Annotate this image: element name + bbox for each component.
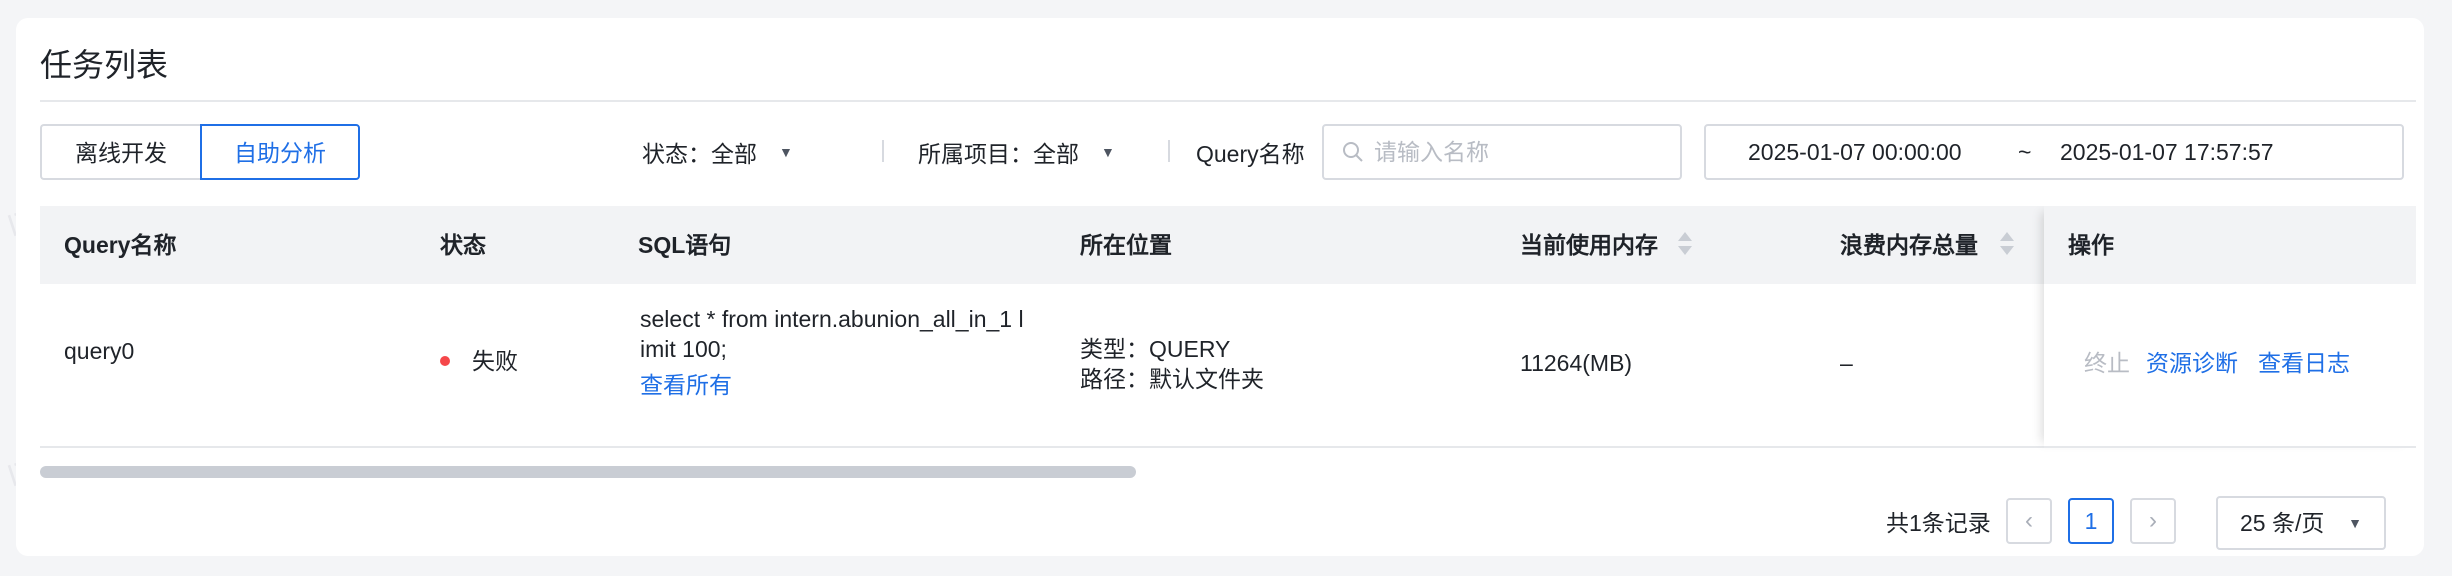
column-header-memory-wasted[interactable]: 浪费内存总量: [1840, 206, 1978, 284]
task-table: Query名称 状态 SQL语句 所在位置 当前使用内存 浪费内存总量 quer…: [40, 206, 2416, 488]
location-type: 类型：QUERY: [1080, 336, 1231, 362]
cell-status: 失败: [440, 346, 518, 376]
chevron-down-icon: ▼: [2348, 515, 2362, 531]
segment-self-analysis[interactable]: 自助分析: [200, 124, 360, 180]
mode-segmented-control: 离线开发 自助分析: [40, 124, 360, 180]
date-end[interactable]: 2025-01-07 17:57:57: [2060, 139, 2274, 166]
filter-divider: [882, 140, 884, 162]
sort-icon[interactable]: [2000, 232, 2014, 258]
horizontal-scrollbar[interactable]: [40, 466, 1136, 478]
status-filter-select[interactable]: 状态：全部 ▼: [642, 130, 793, 174]
view-log-button[interactable]: 查看日志: [2258, 348, 2350, 378]
stop-button[interactable]: 终止: [2084, 348, 2130, 378]
column-header-actions: 操作: [2068, 232, 2114, 258]
column-header-status: 状态: [440, 232, 486, 258]
status-dot-icon: [440, 355, 450, 366]
page-title: 任务列表: [40, 47, 169, 83]
cell-memory-wasted: –: [1840, 350, 1853, 376]
page-size-value: 25 条/页: [2240, 510, 2325, 536]
project-filter-select[interactable]: 所属项目：全部 ▼: [918, 130, 1115, 174]
title-divider: [40, 100, 2416, 102]
query-name-search[interactable]: [1322, 124, 1682, 180]
column-header-location: 所在位置: [1080, 232, 1172, 258]
next-page-button[interactable]: ›: [2130, 498, 2176, 544]
prev-page-button[interactable]: ‹: [2006, 498, 2052, 544]
sql-text-line: imit 100;: [640, 336, 727, 362]
chevron-left-icon: ‹: [2025, 507, 2033, 534]
task-list-panel: 任务列表 离线开发 自助分析 状态：全部 ▼ 所属项目：全部 ▼ Query名称…: [16, 18, 2424, 556]
resource-diagnose-button[interactable]: 资源诊断: [2146, 348, 2238, 378]
sql-text-line: select * from intern.abunion_all_in_1 l: [640, 306, 1024, 332]
actions-header-bg: 操作: [2044, 206, 2416, 284]
view-all-sql-link[interactable]: 查看所有: [640, 370, 1060, 400]
date-range-picker[interactable]: 2025-01-07 00:00:00 ~ 2025-01-07 17:57:5…: [1704, 124, 2404, 180]
search-icon: [1343, 142, 1363, 162]
search-input[interactable]: [1374, 138, 1674, 166]
actions-cell: 终止 资源诊断 查看日志: [2044, 284, 2416, 448]
column-header-sql: SQL语句: [638, 232, 732, 258]
chevron-down-icon: ▼: [1101, 144, 1115, 160]
page-number-button[interactable]: 1: [2068, 498, 2114, 544]
status-filter-label: 状态：全部: [642, 141, 757, 167]
total-records: 共1条记录: [1886, 510, 1991, 536]
date-start[interactable]: 2025-01-07 00:00:00: [1748, 139, 1962, 166]
query-name-label: Query名称: [1196, 141, 1305, 167]
chevron-right-icon: ›: [2149, 507, 2157, 534]
actions-column-fixed: 操作 终止 资源诊断 查看日志: [2044, 206, 2416, 448]
project-filter-label: 所属项目：全部: [918, 141, 1079, 167]
status-text: 失败: [472, 348, 518, 374]
cell-memory-used: 11264(MB): [1520, 350, 1633, 376]
sort-icon[interactable]: [1678, 232, 1692, 258]
column-header-query-name: Query名称: [64, 232, 177, 258]
filter-divider: [1168, 140, 1170, 162]
cell-sql: select * from intern.abunion_all_in_1 l …: [640, 304, 1060, 400]
location-path: 路径：默认文件夹: [1080, 366, 1264, 392]
cell-query-name: query0: [64, 338, 135, 364]
date-separator: ~: [2018, 138, 2032, 165]
segment-offline-dev[interactable]: 离线开发: [40, 124, 200, 180]
column-header-memory-used[interactable]: 当前使用内存: [1520, 206, 1658, 284]
chevron-down-icon: ▼: [779, 144, 793, 160]
cell-location: 类型：QUERY 路径：默认文件夹: [1080, 334, 1264, 394]
page-size-select[interactable]: 25 条/页 ▼: [2216, 496, 2386, 550]
